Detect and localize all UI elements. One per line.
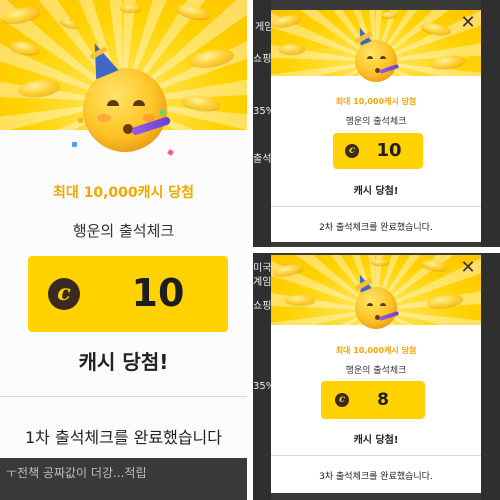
cash-amount: 10 bbox=[131, 271, 185, 315]
background-text: 쇼핑 bbox=[253, 301, 272, 312]
confetti-icon bbox=[78, 118, 83, 123]
cheek-icon bbox=[97, 114, 111, 122]
background-text: 출석 bbox=[253, 154, 272, 165]
cash-won-label: 캐시 당첨! bbox=[353, 435, 399, 446]
cash-amount-box: c 8 bbox=[321, 381, 425, 419]
collage-divider bbox=[247, 247, 500, 253]
close-button[interactable]: ✕ bbox=[459, 259, 477, 277]
background-text: 쇼핑 bbox=[253, 54, 272, 65]
coin-decoration bbox=[120, 4, 142, 12]
cash-amount-box: c 10 bbox=[333, 133, 423, 169]
coin-decoration bbox=[430, 53, 466, 71]
attendance-popup-3rd: 미국 계임 쇼핑 35% ✕ 최대 10,000캐시 당첨 행운의 출석체크 c… bbox=[253, 253, 500, 500]
coin-decoration bbox=[59, 17, 79, 30]
coin-decoration bbox=[285, 295, 315, 305]
background-app-left: 게임 쇼핑 35% 출석 bbox=[253, 0, 275, 247]
completion-message: 3차 출석체크를 완료했습니다. bbox=[319, 472, 433, 482]
coin-decoration bbox=[271, 12, 302, 30]
cash-coin-icon: c bbox=[48, 278, 80, 310]
prize-title: 최대 10,000캐시 당첨 bbox=[52, 185, 195, 201]
confetti-icon bbox=[167, 149, 174, 156]
coin-decoration bbox=[17, 77, 61, 99]
coin-decoration bbox=[279, 44, 305, 54]
divider bbox=[271, 455, 481, 456]
eye-icon bbox=[133, 100, 145, 106]
subtitle: 행운의 출석체크 bbox=[345, 366, 407, 376]
cash-amount: 8 bbox=[377, 390, 389, 410]
coin-decoration bbox=[188, 46, 236, 70]
background-app-strip: ㅜ전책 공짜값이 더강...적립 bbox=[0, 458, 247, 500]
coin-decoration bbox=[420, 21, 452, 37]
cash-coin-icon: c bbox=[335, 393, 349, 407]
eye-icon bbox=[380, 56, 386, 59]
background-app-left: 미국 계임 쇼핑 35% bbox=[253, 253, 275, 500]
coin-decoration bbox=[9, 39, 41, 57]
partying-face-emoji-icon bbox=[354, 25, 400, 82]
subtitle: 행운의 출석체크 bbox=[345, 117, 407, 127]
eye-icon bbox=[367, 303, 373, 306]
completion-message: 2차 출석체크를 완료했습니다. bbox=[319, 223, 433, 233]
eye-icon bbox=[107, 100, 119, 106]
confetti-icon bbox=[160, 110, 165, 115]
divider bbox=[0, 396, 247, 397]
eye-icon bbox=[380, 303, 386, 306]
coin-decoration bbox=[175, 2, 211, 22]
background-text: 미국 bbox=[253, 263, 272, 274]
partying-face-emoji-icon bbox=[354, 272, 400, 329]
cash-amount: 10 bbox=[376, 140, 402, 161]
confetti-icon bbox=[72, 142, 77, 147]
attendance-modal: ✕ 최대 10,000캐시 당첨 행운의 출석체크 c 10 캐시 당첨! 2차… bbox=[271, 10, 481, 242]
close-button[interactable]: ✕ bbox=[459, 14, 477, 32]
background-app-right bbox=[481, 253, 500, 500]
partying-face-emoji-icon bbox=[83, 38, 172, 152]
prize-title: 최대 10,000캐시 당첨 bbox=[335, 97, 417, 106]
background-text: 계임 bbox=[253, 277, 272, 288]
attendance-popup-2nd: 게임 쇼핑 35% 출석 ✕ 최대 10,000캐시 당첨 행운의 출석체크 c… bbox=[253, 0, 500, 247]
cash-coin-icon: c bbox=[345, 144, 359, 158]
coin-decoration bbox=[0, 4, 42, 26]
subtitle: 행운의 출석체크 bbox=[72, 222, 175, 240]
cash-won-label: 캐시 당첨! bbox=[353, 186, 399, 197]
coin-decoration bbox=[181, 93, 221, 113]
prize-title: 최대 10,000캐시 당첨 bbox=[335, 346, 417, 355]
attendance-popup-large: 최대 10,000캐시 당첨 행운의 출석체크 c 10 캐시 당첨! 1차 출… bbox=[0, 0, 247, 500]
coin-decoration bbox=[371, 259, 389, 265]
coin-decoration bbox=[381, 12, 397, 18]
coin-decoration bbox=[420, 258, 448, 273]
coin-decoration bbox=[272, 262, 304, 278]
cash-won-label: 캐시 당첨! bbox=[78, 350, 169, 374]
completion-message: 1차 출석체크를 완료했습니다 bbox=[25, 428, 222, 447]
coin-decoration bbox=[426, 292, 464, 310]
background-app-right bbox=[481, 0, 500, 247]
eye-icon bbox=[367, 56, 373, 59]
divider bbox=[271, 206, 481, 207]
cash-amount-box: c 10 bbox=[28, 256, 228, 332]
attendance-modal: ✕ 최대 10,000캐시 당첨 행운의 출석체크 c 8 캐시 당첨! 3차 … bbox=[271, 255, 481, 493]
background-text: ㅜ전책 공짜값이 더강...적립 bbox=[6, 466, 147, 480]
